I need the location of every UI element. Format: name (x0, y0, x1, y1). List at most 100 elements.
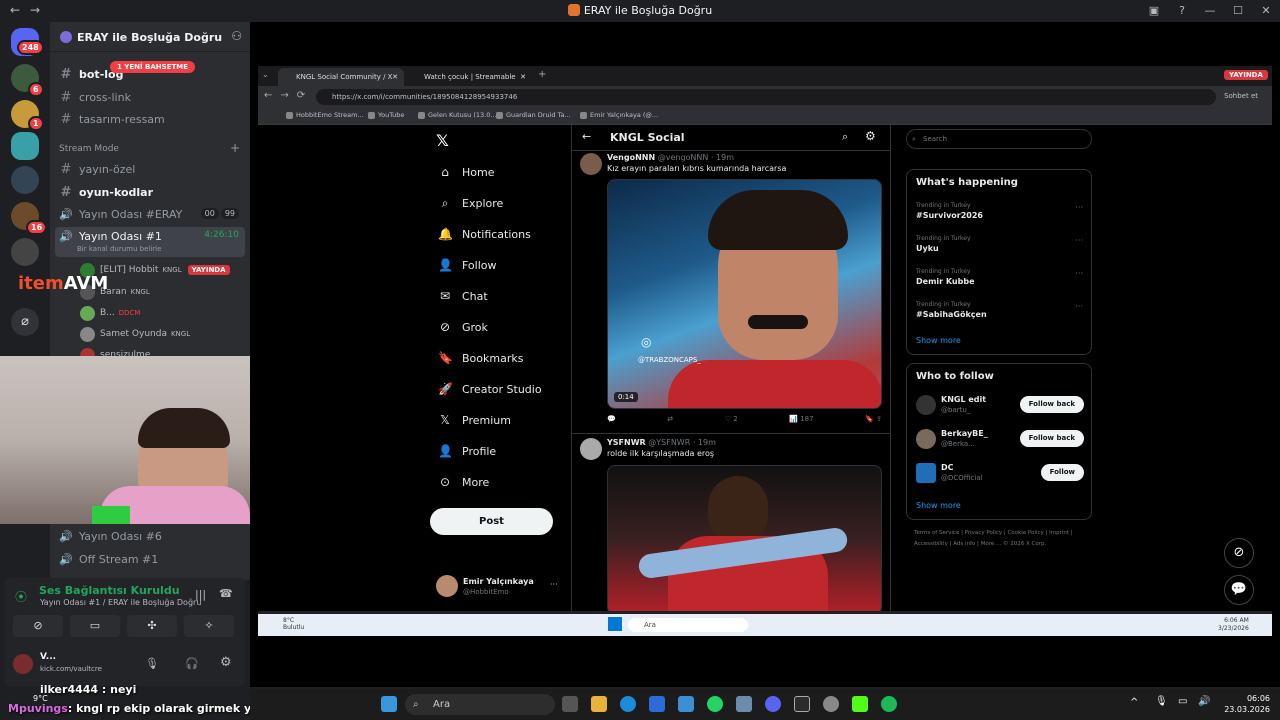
voice-user[interactable]: Samet Oyunda KNGL (80, 324, 190, 344)
help-icon[interactable]: ? (1168, 0, 1196, 22)
task-view-icon[interactable] (562, 696, 578, 712)
nav-more[interactable]: ⊙ More (438, 472, 489, 492)
server-icon[interactable] (11, 238, 39, 266)
x-logo-icon[interactable]: 𝕏 (436, 131, 449, 150)
avatar[interactable] (580, 153, 602, 175)
nav-bookmarks[interactable]: 🔖 Bookmarks (438, 348, 523, 368)
bookmark-share-icon[interactable]: 🔖 ⇪ (865, 415, 882, 423)
tweet-video[interactable]: ◎ @TRABZONCAPS_ 0:14 (607, 179, 882, 409)
server-header[interactable]: ERAY ile Boşluğa Doğru ⚇ (50, 22, 250, 52)
spotify-icon[interactable] (881, 696, 897, 712)
volume-icon[interactable]: 🔊 (1198, 696, 1210, 707)
discord-icon[interactable] (765, 696, 781, 712)
minimize-button[interactable]: — (1196, 0, 1224, 22)
camera-toggle-button[interactable]: ⊘ (13, 615, 63, 637)
app-icon[interactable] (736, 696, 752, 712)
app-icon[interactable] (823, 696, 839, 712)
grok-fab-icon[interactable]: ⊘ (1224, 538, 1254, 568)
follow-button[interactable]: Follow (1040, 464, 1084, 481)
nav-premium[interactable]: 𝕏 Premium (438, 410, 511, 430)
server-icon[interactable] (11, 166, 39, 194)
windows-start-icon[interactable] (381, 696, 397, 712)
tab-x-community[interactable]: KNGL Social Community / X ✕ (278, 68, 404, 86)
close-tab-icon[interactable]: ✕ (520, 68, 526, 86)
search-input[interactable]: ⌕ Search (906, 129, 1092, 149)
new-tab-icon[interactable]: + (538, 69, 546, 80)
search-icon[interactable]: ⌕ (842, 130, 848, 144)
store-icon[interactable] (649, 696, 665, 712)
channel-tasarim-ressam[interactable]: # tasarım-ressam (55, 109, 245, 129)
trend-item[interactable]: Trending in Turkey Demir Kubbe (916, 268, 975, 286)
app-icon[interactable] (678, 696, 694, 712)
avatar[interactable] (13, 654, 33, 674)
show-more-link[interactable]: Show more (916, 501, 961, 510)
trend-item[interactable]: Trending in Turkey Uyku (916, 235, 971, 253)
footer-links[interactable]: Terms of Service | Privacy Policy | Cook… (914, 528, 1084, 550)
discover-icon[interactable]: ⌀ (11, 308, 39, 336)
nav-grok[interactable]: ⊘ Grok (438, 317, 488, 337)
more-icon[interactable]: ··· (1075, 203, 1083, 212)
weather-widget[interactable]: 9°C (33, 694, 48, 703)
like-icon[interactable]: ♡ 2 (725, 415, 738, 423)
chat-fab-icon[interactable]: 💬 (1224, 575, 1254, 605)
nav-profile[interactable]: 👤 Profile (438, 441, 496, 461)
inbox-icon[interactable]: ▣ (1140, 0, 1168, 22)
avatar[interactable] (916, 395, 936, 415)
url-field[interactable]: https://x.com/i/communities/189508412895… (316, 89, 1216, 105)
account-menu-icon[interactable]: ··· (550, 580, 558, 589)
nav-buttons[interactable]: ←→⟳ (264, 90, 313, 101)
nav-chat[interactable]: ✉ Chat (438, 286, 488, 306)
bookmark-item[interactable]: Gelen Kutusu (13.0... (418, 111, 497, 119)
more-icon[interactable]: ··· (1075, 302, 1083, 311)
disconnect-icon[interactable]: ☎ (219, 587, 233, 600)
microphone-icon[interactable]: 🎙 (145, 657, 159, 670)
more-icon[interactable]: ··· (1075, 236, 1083, 245)
whatsapp-icon[interactable] (707, 696, 723, 712)
trend-item[interactable]: Trending in Turkey #SabihaGökçen (916, 301, 987, 319)
settings-gear-icon[interactable]: ⚙ (865, 129, 876, 143)
settings-gear-icon[interactable]: ⚙ (220, 655, 232, 670)
microphone-icon[interactable]: 🎙 (1155, 696, 1168, 707)
voice-location[interactable]: Yayın Odası #1 / ERAY ile Boşluğa Doğru (40, 598, 201, 607)
soundboard-button[interactable]: ✧ (184, 615, 234, 637)
nav-home[interactable]: ⌂ Home (438, 162, 494, 182)
nav-notifications[interactable]: 🔔 Notifications (438, 224, 531, 244)
bookmark-item[interactable]: Guardian Druid Ta... (496, 111, 571, 119)
bookmark-item[interactable]: Emir Yalçınkaya (@... (580, 111, 658, 119)
post-button[interactable]: Post (430, 508, 553, 535)
signal-icon[interactable]: ⦿ (15, 588, 27, 605)
voice-channel-eray[interactable]: 🔊 Yayın Odası #ERAY 00 99 (55, 204, 245, 224)
new-mention-badge[interactable]: 1 YENİ BAHSETME (110, 61, 196, 73)
activities-button[interactable]: ✣ (127, 615, 177, 637)
tab-streamable[interactable]: Watch çocuk | Streamable ✕ (406, 68, 532, 86)
system-clock[interactable]: 06:06 23.03.2026 (1224, 693, 1270, 715)
nav-explore[interactable]: ⌕ Explore (438, 193, 504, 213)
add-channel-icon[interactable]: + (230, 141, 240, 155)
kick-icon[interactable] (852, 696, 868, 712)
voice-channel-6[interactable]: 🔊 Yayın Odası #6 (55, 526, 245, 546)
avatar[interactable] (916, 429, 936, 449)
close-tab-icon[interactable]: ✕ (392, 68, 398, 86)
tray-chevron-icon[interactable]: ^ (1130, 697, 1138, 708)
channel-status[interactable]: Bir kanal durumu belirle (77, 245, 161, 253)
channel-cross-link[interactable]: # cross-link (55, 87, 245, 107)
tweet-image[interactable] (607, 465, 882, 611)
taskbar-search[interactable]: ⌕ Ara (405, 694, 555, 715)
avatar[interactable] (916, 463, 936, 483)
close-button[interactable]: ✕ (1252, 0, 1280, 22)
show-more-link[interactable]: Show more (916, 336, 961, 345)
weather-widget[interactable]: 8°C Bulutlu (283, 617, 304, 631)
avatar[interactable] (436, 575, 458, 597)
views-icon[interactable]: 📊 187 (789, 415, 813, 423)
voice-channel-off-stream[interactable]: 🔊 Off Stream #1 (55, 549, 245, 569)
more-icon[interactable]: ··· (1075, 269, 1083, 278)
edge-icon[interactable] (620, 696, 636, 712)
back-arrow-icon[interactable]: ← (582, 130, 591, 143)
inner-search-box[interactable]: Ara (628, 618, 748, 632)
tab-search-icon[interactable]: ⌄ (262, 70, 269, 79)
bookmark-item[interactable]: HobbitEmo Stream... (286, 111, 364, 119)
nav-creator-studio[interactable]: 🚀 Creator Studio (438, 379, 542, 399)
avatar[interactable] (580, 438, 602, 460)
retweet-icon[interactable]: ⇄ (667, 415, 673, 423)
sohbet-button[interactable]: Sohbet et (1224, 92, 1258, 100)
